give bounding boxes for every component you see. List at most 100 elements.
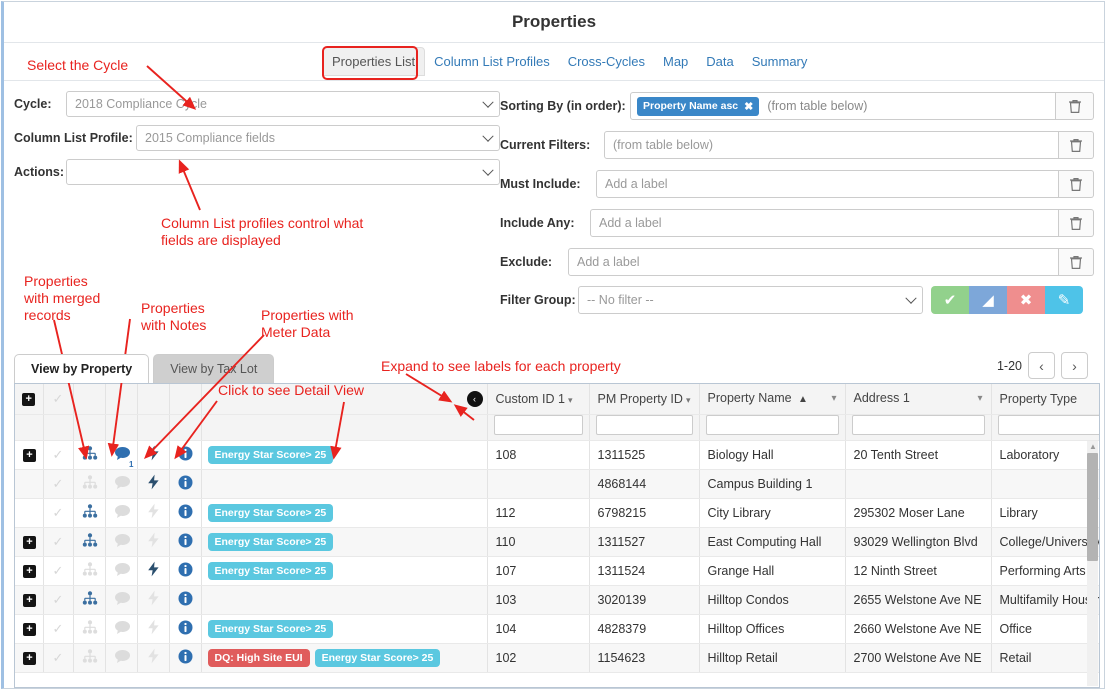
check-icon[interactable]: ✓ [53, 650, 64, 665]
property-label-badge[interactable]: DQ: High Site EUI [207, 648, 310, 667]
row-meter-cell[interactable] [137, 440, 170, 470]
vertical-scrollbar[interactable]: ▲ [1087, 441, 1098, 686]
filter-group-clear-button[interactable]: ◢ [969, 286, 1007, 314]
merged-records-icon[interactable] [82, 532, 98, 548]
table-row[interactable]: + ✓ 1 Energy Star Score> 25 108 1311525 Biol… [15, 440, 1099, 470]
row-info-cell[interactable] [169, 556, 202, 586]
row-select-cell[interactable]: ✓ [43, 556, 74, 586]
row-meter-cell[interactable] [137, 556, 170, 586]
include-any-input[interactable]: Add a label [590, 209, 1059, 237]
row-select-cell[interactable]: ✓ [43, 614, 74, 644]
table-row[interactable]: ✓ Energy Star Score> 25 112 6798215 City Li… [15, 498, 1099, 528]
row-info-cell[interactable] [169, 498, 202, 528]
plus-icon[interactable]: + [23, 449, 36, 462]
must-include-input[interactable]: Add a label [596, 170, 1059, 198]
filter-input-custom-id-1[interactable] [493, 415, 583, 435]
filter-group-select[interactable]: -- No filter -- [578, 286, 923, 314]
scroll-up-icon[interactable]: ▲ [1089, 442, 1097, 451]
merged-records-icon[interactable] [82, 445, 98, 461]
plus-icon[interactable]: + [22, 393, 36, 407]
check-icon[interactable]: ✓ [53, 391, 64, 406]
row-merged-cell[interactable] [73, 585, 106, 615]
current-filters-clear-button[interactable] [1058, 131, 1094, 159]
header-property-type[interactable]: Property Type [991, 384, 1099, 415]
filter-group-edit-button[interactable]: ✎ [1045, 286, 1083, 314]
row-merged-cell[interactable] [73, 527, 106, 557]
row-select-cell[interactable]: ✓ [43, 643, 74, 673]
actions-select[interactable] [66, 159, 500, 185]
check-icon[interactable]: ✓ [53, 534, 64, 549]
row-expand-cell[interactable]: + [15, 527, 44, 557]
row-info-cell[interactable] [169, 585, 202, 615]
check-icon[interactable]: ✓ [53, 476, 64, 491]
sort-toggle-icon[interactable]: ▾ [686, 395, 691, 405]
row-expand-cell[interactable]: + [15, 585, 44, 615]
property-label-badge[interactable]: Energy Star Score> 25 [314, 648, 441, 667]
exclude-clear-button[interactable] [1058, 248, 1094, 276]
header-address-1[interactable]: ▾ Address 1 [845, 384, 992, 415]
meter-data-icon[interactable] [147, 474, 160, 490]
plus-icon[interactable]: + [23, 536, 36, 549]
filter-input-pm-property-id[interactable] [595, 415, 693, 435]
row-expand-cell[interactable]: + [15, 440, 44, 470]
table-row[interactable]: + ✓ Energy Star Score> 25 104 4828379 Hillto… [15, 614, 1099, 644]
pagination-next-button[interactable]: › [1061, 352, 1088, 379]
merged-records-icon[interactable] [82, 590, 98, 606]
header-labels[interactable]: ‹ [201, 384, 488, 415]
property-label-badge[interactable]: Energy Star Score> 25 [207, 561, 334, 580]
detail-view-info-icon[interactable] [178, 620, 193, 635]
filter-input-property-type[interactable] [997, 415, 1099, 435]
row-select-cell[interactable]: ✓ [43, 527, 74, 557]
sorting-by-chipbox[interactable]: Property Name asc ✖ (from table below) [630, 92, 1056, 120]
row-merged-cell[interactable] [73, 440, 106, 470]
tab-column-list-profiles[interactable]: Column List Profiles [425, 48, 559, 75]
property-label-badge[interactable]: Energy Star Score> 25 [207, 503, 334, 522]
close-icon[interactable]: ✖ [744, 100, 753, 113]
row-select-cell[interactable]: ✓ [43, 498, 74, 528]
header-property-name[interactable]: ▾ Property Name ▲ [699, 384, 846, 415]
filter-group-delete-button[interactable]: ✖ [1007, 286, 1045, 314]
detail-view-info-icon[interactable] [178, 446, 193, 461]
row-expand-cell[interactable]: + [15, 556, 44, 586]
row-notes-cell[interactable]: 1 [105, 440, 138, 470]
header-expand-all[interactable]: + [15, 384, 44, 415]
row-meter-cell[interactable] [137, 469, 170, 499]
row-select-cell[interactable]: ✓ [43, 585, 74, 615]
header-select-all[interactable]: ✓ [43, 384, 74, 415]
collapse-labels-icon[interactable]: ‹ [466, 390, 483, 407]
row-info-cell[interactable] [169, 527, 202, 557]
row-info-cell[interactable] [169, 643, 202, 673]
check-icon[interactable]: ✓ [53, 621, 64, 636]
chevron-down-icon[interactable]: ▾ [831, 391, 836, 407]
header-custom-id-1[interactable]: Custom ID 1 ▾ [487, 384, 590, 415]
exclude-input[interactable]: Add a label [568, 248, 1059, 276]
meter-data-icon[interactable] [147, 561, 160, 577]
table-row[interactable]: ✓ 4868144 Campus Building 1 [15, 469, 1099, 499]
detail-view-info-icon[interactable] [178, 533, 193, 548]
header-pm-property-id[interactable]: PM Property ID ▾ [589, 384, 700, 415]
check-icon[interactable]: ✓ [53, 505, 64, 520]
plus-icon[interactable]: + [23, 652, 36, 665]
table-row[interactable]: + ✓ 103 3020139 Hilltop Condos 2655 Welstone… [15, 585, 1099, 615]
filter-group-apply-button[interactable]: ✔ [931, 286, 969, 314]
column-list-profile-select[interactable]: 2015 Compliance fields [136, 125, 500, 151]
row-info-cell[interactable] [169, 440, 202, 470]
filter-input-property-name[interactable] [705, 415, 839, 435]
tab-cross-cycles[interactable]: Cross-Cycles [559, 48, 654, 75]
property-label-badge[interactable]: Energy Star Score> 25 [207, 445, 334, 464]
property-label-badge[interactable]: Energy Star Score> 25 [207, 619, 334, 638]
detail-view-info-icon[interactable] [178, 562, 193, 577]
table-row[interactable]: + ✓ DQ: High Site EUI Energy Star Score> 2… [15, 643, 1099, 673]
tab-view-by-tax-lot[interactable]: View by Tax Lot [153, 354, 275, 383]
chevron-down-icon[interactable]: ▾ [977, 391, 982, 407]
row-select-cell[interactable]: ✓ [43, 440, 74, 470]
merged-records-icon[interactable] [82, 503, 98, 519]
include-any-clear-button[interactable] [1058, 209, 1094, 237]
sorting-by-clear-button[interactable] [1056, 92, 1094, 120]
row-info-cell[interactable] [169, 614, 202, 644]
table-row[interactable]: + ✓ Energy Star Score> 25 107 1311524 Grange… [15, 556, 1099, 586]
meter-data-icon[interactable] [147, 445, 160, 461]
tab-data[interactable]: Data [697, 48, 742, 75]
plus-icon[interactable]: + [23, 565, 36, 578]
sort-chip-property-name[interactable]: Property Name asc ✖ [637, 96, 760, 116]
